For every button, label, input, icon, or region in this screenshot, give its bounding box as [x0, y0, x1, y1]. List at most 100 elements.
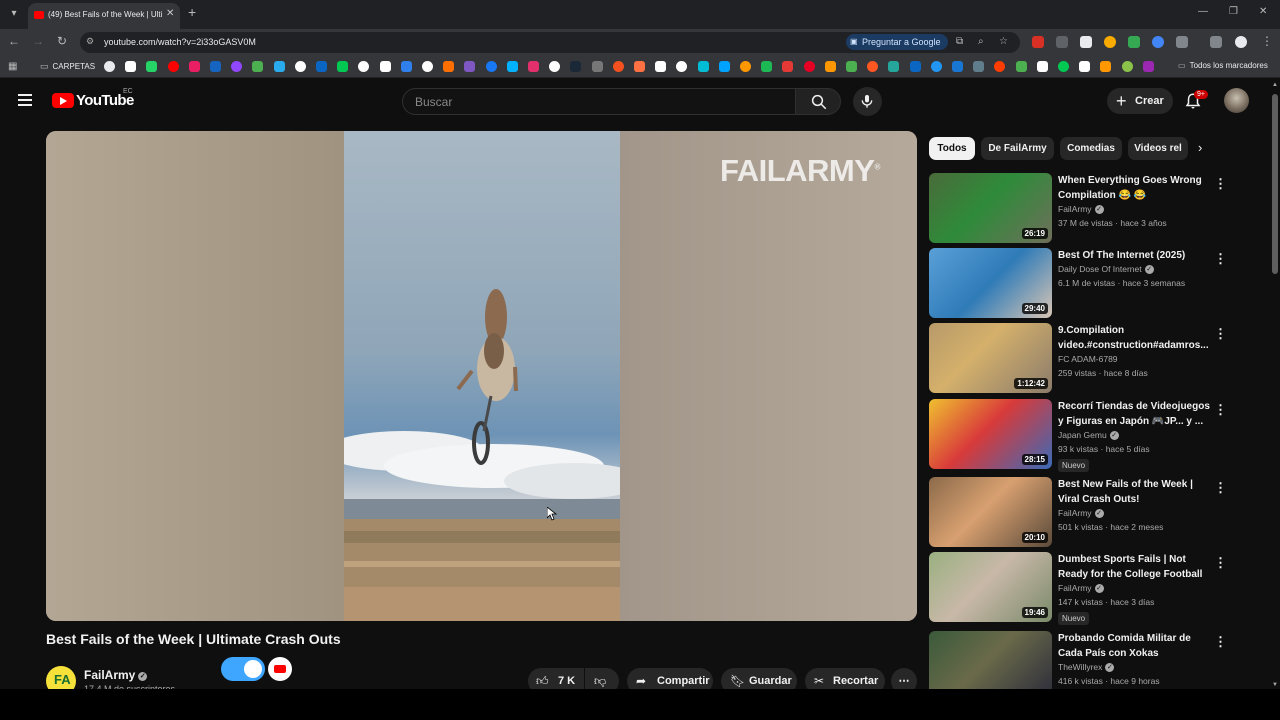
more-vertical-icon[interactable]: ⋮	[1214, 402, 1227, 418]
bookmark-favicon-icon[interactable]	[104, 61, 115, 72]
bookmark-favicon-icon[interactable]	[1121, 61, 1133, 72]
chip-todos[interactable]: Todos	[929, 137, 975, 160]
video-player[interactable]: FAILARMY®	[46, 131, 917, 621]
recommended-video-title[interactable]: Dumbest Sports Fails | Not Ready for the…	[1058, 552, 1210, 582]
recommended-channel-name[interactable]: TheWillyrex ✓	[1058, 662, 1115, 672]
bookmark-favicon-icon[interactable]	[273, 61, 285, 72]
recommended-video-title[interactable]: When Everything Goes Wrong Compilation 😂…	[1058, 173, 1210, 203]
channel-name[interactable]: FailArmy ✓	[84, 668, 148, 682]
bookmark-favicon-icon[interactable]	[188, 61, 200, 72]
bookmark-favicon-icon[interactable]	[718, 61, 730, 72]
ask-google-button[interactable]: ▣ Preguntar a Google	[846, 34, 948, 50]
scroll-up-icon[interactable]: ▲	[1272, 82, 1278, 88]
bookmark-favicon-icon[interactable]	[612, 61, 624, 72]
recommended-video[interactable]: 29:40 Best Of The Internet (2025) Daily Do…	[929, 248, 1229, 320]
reload-icon[interactable]: ↻	[54, 34, 70, 48]
zoom-icon[interactable]: ⌕	[978, 36, 984, 47]
bookmark-favicon-icon[interactable]	[1142, 61, 1154, 72]
browser-menu-icon[interactable]: ⋮	[1259, 34, 1275, 48]
bookmark-favicon-icon[interactable]	[676, 61, 688, 72]
extension-toggle[interactable]	[221, 657, 265, 681]
bookmark-favicon-icon[interactable]	[294, 61, 306, 72]
bookmark-favicon-icon[interactable]	[867, 61, 879, 72]
page-scrollbar[interactable]: ▲ ▼	[1271, 80, 1279, 690]
bookmark-favicon-icon[interactable]	[909, 61, 921, 72]
recommended-channel-name[interactable]: FC ADAM-6789	[1058, 354, 1118, 364]
back-icon[interactable]: ←	[6, 34, 22, 48]
youtube-extension-icon[interactable]	[268, 657, 292, 681]
bookmark-favicon-icon[interactable]	[337, 61, 349, 72]
bookmark-favicon-icon[interactable]	[591, 61, 603, 72]
extension-icon[interactable]	[1104, 36, 1116, 48]
bookmark-favicon-icon[interactable]	[379, 61, 391, 72]
bookmark-favicon-icon[interactable]	[952, 61, 963, 72]
recommended-video-title[interactable]: Best New Fails of the Week | Viral Crash…	[1058, 477, 1210, 507]
chevron-right-icon[interactable]: ›	[1198, 140, 1202, 155]
recommended-channel-name[interactable]: Daily Dose Of Internet ✓	[1058, 264, 1154, 274]
tab-close-icon[interactable]: ✕	[166, 8, 174, 19]
chip-de-failarmy[interactable]: De FailArmy	[981, 137, 1054, 160]
bookmark-favicon-icon[interactable]	[824, 61, 836, 72]
bookmark-favicon-icon[interactable]	[655, 61, 667, 72]
extension-icon[interactable]	[1056, 36, 1068, 48]
video-thumbnail[interactable]: 26:19	[929, 173, 1052, 243]
hamburger-menu-icon[interactable]	[18, 94, 34, 106]
bookmark-favicon-icon[interactable]	[1079, 61, 1091, 72]
bookmark-favicon-icon[interactable]	[422, 61, 433, 72]
bookmark-favicon-icon[interactable]	[1100, 61, 1112, 72]
video-thumbnail[interactable]: 20:10	[929, 477, 1052, 547]
forward-icon[interactable]: →	[30, 34, 46, 48]
bookmark-favicon-icon[interactable]	[846, 61, 857, 72]
recommended-video-title[interactable]: Recorrí Tiendas de Videojuegos y Figuras…	[1058, 399, 1210, 429]
bookmark-favicon-icon[interactable]	[697, 61, 709, 72]
scroll-down-icon[interactable]: ▼	[1272, 682, 1278, 688]
maximize-icon[interactable]: ❐	[1229, 6, 1238, 17]
more-vertical-icon[interactable]: ⋮	[1214, 634, 1227, 650]
scrollbar-thumb[interactable]	[1272, 94, 1278, 274]
bookmark-favicon-icon[interactable]	[1036, 61, 1048, 72]
bookmark-favicon-icon[interactable]	[1058, 61, 1069, 72]
reading-list-icon[interactable]	[1210, 36, 1222, 48]
recommended-channel-name[interactable]: Japan Gemu ✓	[1058, 430, 1119, 440]
bookmark-favicon-icon[interactable]	[782, 61, 794, 72]
bookmark-favicon-icon[interactable]	[146, 61, 158, 72]
bookmark-favicon-icon[interactable]	[803, 61, 815, 72]
more-vertical-icon[interactable]: ⋮	[1214, 176, 1227, 192]
video-thumbnail[interactable]: 1:12:42	[929, 323, 1052, 393]
bookmark-favicon-icon[interactable]	[464, 61, 476, 72]
video-thumbnail[interactable]: 19:46	[929, 552, 1052, 622]
account-avatar[interactable]	[1224, 88, 1249, 113]
bookmark-favicon-icon[interactable]	[973, 61, 985, 72]
extension-icon[interactable]	[1080, 36, 1092, 48]
recommended-video[interactable]: 20:10 Best New Fails of the Week | Viral …	[929, 477, 1229, 549]
video-thumbnail[interactable]: 29:40	[929, 248, 1052, 318]
bookmark-favicon-icon[interactable]	[167, 61, 179, 72]
bookmark-favicon-icon[interactable]	[634, 61, 645, 72]
install-icon[interactable]: ⧉	[956, 36, 963, 47]
address-bar[interactable]: ⚙ youtube.com/watch?v=2i33oGASV0M ▣ Preg…	[80, 32, 1020, 53]
recommended-video[interactable]: 1:12:42 9.Compilation video.#construction…	[929, 323, 1229, 395]
bookmark-favicon-icon[interactable]	[994, 61, 1006, 72]
recommended-video[interactable]: 28:15 Recorrí Tiendas de Videojuegos y Fi…	[929, 399, 1229, 472]
bookmark-favicon-icon[interactable]	[125, 61, 137, 72]
bookmark-favicon-icon[interactable]	[761, 61, 773, 72]
site-info-icon[interactable]: ⚙	[86, 36, 94, 47]
bookmark-star-icon[interactable]: ☆	[999, 36, 1008, 47]
search-button[interactable]	[795, 88, 841, 115]
tab-search-icon[interactable]: ▾	[5, 5, 23, 23]
recommended-channel-name[interactable]: FailArmy ✓	[1058, 204, 1104, 214]
new-tab-icon[interactable]: +	[188, 4, 196, 20]
chip-videos-relacionados[interactable]: Videos rel	[1128, 137, 1188, 160]
bookmark-favicon-icon[interactable]	[570, 61, 582, 72]
bookmark-favicon-icon[interactable]	[231, 61, 243, 72]
profile-icon[interactable]	[1235, 36, 1247, 48]
bookmark-favicon-icon[interactable]	[549, 61, 561, 72]
recommended-channel-name[interactable]: FailArmy ✓	[1058, 583, 1104, 593]
extension-icon[interactable]	[1128, 36, 1140, 48]
recommended-channel-name[interactable]: FailArmy ✓	[1058, 508, 1104, 518]
bookmark-favicon-icon[interactable]	[1015, 61, 1027, 72]
browser-tab-active[interactable]: (49) Best Fails of the Week | Ultimate C…	[28, 3, 180, 29]
recommended-video-title[interactable]: Probando Comida Militar de Cada País con…	[1058, 631, 1210, 661]
more-vertical-icon[interactable]: ⋮	[1214, 480, 1227, 496]
bookmark-favicon-icon[interactable]	[400, 61, 412, 72]
